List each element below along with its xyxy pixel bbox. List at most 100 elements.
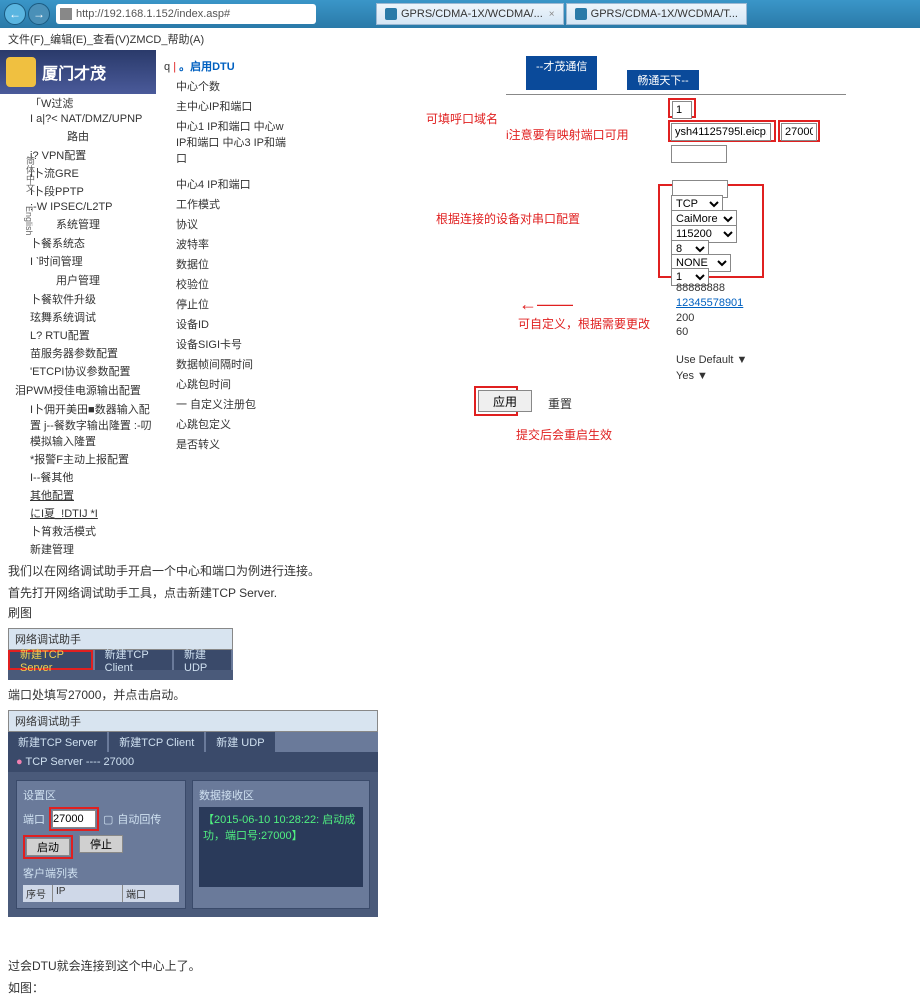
globe-icon (575, 8, 587, 20)
tab-new-tcp-server[interactable]: 新建TCP Server (8, 732, 107, 752)
sidebar-item[interactable]: 「W过滤 (0, 94, 156, 112)
client-list-title: 客户端列表 (23, 865, 179, 881)
val-sim[interactable]: 12345578901 (676, 297, 743, 309)
main-ip-input[interactable] (671, 123, 771, 141)
para-1: 我们以在网络调试助手开启一个中心和端口为例进行连接。 (8, 562, 912, 580)
sidebar-item[interactable]: I a|?< NAT/DMZ/UPNP (0, 112, 156, 126)
note-serial-cfg: 根据连接的设备对串口配置 (436, 210, 580, 227)
tab-label: GPRS/CDMA-1X/WCDMA/... (401, 8, 543, 20)
col-seq: 序号 (23, 885, 53, 902)
note-custom: 可自定义，根据需要更改 (518, 315, 650, 332)
browser-toolbar: ← → http://192.168.1.152/index.asp# GPRS… (0, 0, 920, 28)
label-framegap: 数据帧间隔时间 (156, 354, 296, 374)
log-line: 【2015-06-10 10:28:22: 启动成功，端口号:27000】 (203, 811, 359, 843)
arrow-icon: ←—— (519, 294, 573, 315)
sidebar-item[interactable]: 玹舞系统调试 (0, 308, 156, 326)
page-icon (60, 8, 72, 20)
col-port: 端口 (123, 885, 163, 902)
center-count-input[interactable] (672, 101, 692, 119)
val-yes[interactable]: Yes ▼ (676, 370, 708, 382)
para-2b: 刷图 (8, 604, 912, 622)
port-label: 端口 (23, 811, 45, 827)
apply-button[interactable]: 应用 (478, 390, 532, 412)
forward-button[interactable]: → (28, 3, 50, 25)
sidebar-item[interactable]: 'ETCPI协议参数配置 (0, 362, 156, 380)
label-databits: 数据位 (156, 254, 296, 274)
lang-tab-cn[interactable]: 简体中文 (24, 156, 37, 192)
label-main-ip: 主中心IP和端口 (156, 96, 296, 116)
port-input[interactable] (52, 810, 96, 828)
note-restart: 提交后会重启生效 (516, 426, 612, 443)
para-4: 过会DTU就会连接到这个中心上了。 (8, 957, 912, 975)
sidebar-item[interactable]: 其他配置 (0, 486, 156, 504)
reset-button[interactable]: 重置 (548, 395, 572, 412)
auto-reply-check[interactable]: 自动回传 (117, 811, 161, 827)
col-ip: IP (53, 885, 123, 902)
tab-new-tcp-client[interactable]: 新建TCP Client (109, 732, 204, 752)
sidebar-item[interactable]: I--餐其他 (0, 468, 156, 486)
note-need-port: i注意要有映射端口可用 (506, 126, 629, 143)
tab-new-udp[interactable]: 新建 UDP (206, 732, 274, 752)
stop-button[interactable]: 停止 (79, 835, 123, 853)
sidebar-item[interactable]: 卜餐系统态 (0, 234, 156, 252)
val-heartbeat: 60 (676, 326, 688, 338)
tcp-server-tab[interactable]: TCP Server ---- 27000 (26, 756, 135, 768)
lang-tab-en[interactable]: English (24, 206, 34, 236)
tab-1[interactable]: GPRS/CDMA-1X/WCDMA/T... (566, 3, 747, 25)
label-heartbeat: 心跳包时间 (156, 374, 296, 394)
label-devid: 设备ID (156, 314, 296, 334)
sidebar-item[interactable]: I ‵时间管理 (0, 252, 156, 270)
ie-menu-bar[interactable]: 文件(F)_编辑(E)_查看(V)ZMCD_帮助(A) (0, 28, 920, 50)
label-proto: 协议 (156, 214, 296, 234)
sidebar-item[interactable]: 苗服务器参数配置 (0, 344, 156, 362)
label-center-count: 中心个数 (156, 76, 296, 96)
val-framegap: 200 (676, 312, 694, 324)
brand-chip-1: --才茂通信 (526, 56, 597, 90)
logo-icon (6, 57, 36, 87)
label-mode: 工作模式 (156, 194, 296, 214)
sidebar-item[interactable]: 卜筲救活模式 (0, 522, 156, 540)
label-escape: 是否转义 (156, 434, 296, 454)
enable-dtu-link[interactable]: 。启用DTU (179, 61, 235, 73)
start-button[interactable]: 启动 (26, 838, 70, 856)
label-hb-def: 心跳包定义 (156, 414, 296, 434)
val-usedefault[interactable]: Use Default ▼ (676, 354, 747, 366)
tab-new-tcp-server[interactable]: 新建TCP Server (8, 650, 93, 670)
sidebar: 厦门才茂 「W过滤 I a|?< NAT/DMZ/UPNP 路由 i? VPN配… (0, 50, 156, 558)
fig2-title: 网络调试助手 (8, 710, 378, 732)
sidebar-item[interactable]: L? RTU配置 (0, 326, 156, 344)
back-button[interactable]: ← (4, 3, 26, 25)
main-port-input[interactable] (781, 123, 817, 141)
label-sim: 设备SIGI卡号 (156, 334, 296, 354)
cfg-title: 设置区 (23, 787, 179, 803)
sidebar-item[interactable]: にI夏_!DTIJ *I (0, 504, 156, 522)
address-bar[interactable]: http://192.168.1.152/index.asp# (56, 4, 316, 24)
sidebar-item[interactable]: 路由 (0, 126, 156, 146)
sidebar-item[interactable]: 泪PWM授佳电源输出配置 (0, 380, 156, 400)
note-fill-domain: 可填呼口域名 (426, 110, 498, 127)
sidebar-item[interactable]: *报警F主动上报配置 (0, 450, 156, 468)
sidebar-item[interactable]: I卜佣开美田■数器输入配置 j--餐数字输出隆置 :-叨模拟输入隆置 (0, 400, 156, 450)
brand-chip-2: 畅通天下-- (627, 70, 698, 90)
q-char: q (164, 61, 170, 73)
sidebar-item[interactable]: 新建管理 (0, 540, 156, 558)
label-custom-reg: 一 自定义注册包 (156, 394, 296, 414)
center-ip-input[interactable] (671, 145, 727, 163)
sidebar-item[interactable]: 用户管理 (0, 270, 156, 290)
globe-icon (385, 8, 397, 20)
sidebar-item[interactable]: 卜餐软件升级 (0, 290, 156, 308)
tab-0[interactable]: GPRS/CDMA-1X/WCDMA/... × (376, 3, 564, 25)
tab-label: GPRS/CDMA-1X/WCDMA/T... (591, 8, 738, 20)
logo: 厦门才茂 (0, 50, 156, 94)
close-icon[interactable]: × (549, 9, 555, 20)
param-labels: q | 。启用DTU 中心个数 主中心IP和端口 中心1 IP和端口 中心w I… (156, 50, 296, 558)
recv-title: 数据接收区 (199, 787, 363, 803)
tab-new-udp[interactable]: 新建 UDP (174, 650, 231, 670)
label-centers-123: 中心1 IP和端口 中心w IP和端口 中心3 IP和端口 (156, 116, 296, 168)
para-2: 首先打开网络调试助手工具，点击新建TCP Server. (8, 584, 912, 602)
figure-2: 网络调试助手 新建TCP Server 新建TCP Client 新建 UDP … (8, 710, 378, 917)
tab-new-tcp-client[interactable]: 新建TCP Client (95, 650, 172, 670)
url-text: http://192.168.1.152/index.asp# (76, 8, 230, 20)
para-3: 端口处填写27000，并点击启动。 (8, 686, 912, 704)
label-center4: 中心4 IP和端口 (156, 174, 296, 194)
